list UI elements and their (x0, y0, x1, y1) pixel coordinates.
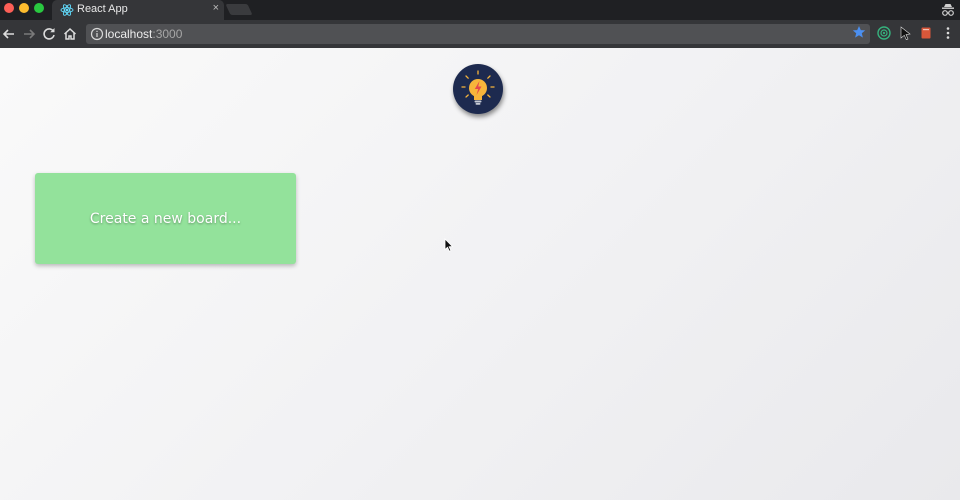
react-icon (60, 4, 74, 16)
window-maximize-button[interactable] (34, 3, 44, 13)
tab-title: React App (77, 3, 128, 15)
back-arrow-icon[interactable] (0, 25, 18, 43)
extension-target-icon[interactable] (877, 26, 891, 40)
browser-tab-strip: React App × (0, 0, 960, 20)
window-minimize-button[interactable] (19, 3, 29, 13)
window-close-button[interactable] (4, 3, 14, 13)
incognito-icon (942, 4, 954, 16)
create-board-button[interactable]: Create a new board... (35, 173, 296, 264)
forward-arrow-icon[interactable] (20, 25, 38, 43)
extension-cursor-icon[interactable] (898, 26, 912, 40)
home-icon[interactable] (61, 25, 79, 43)
address-bar[interactable]: localhost:3000 (86, 24, 870, 44)
url-text: localhost:3000 (105, 27, 182, 41)
bookmark-star-icon[interactable] (852, 25, 866, 39)
mouse-cursor-icon (444, 238, 454, 252)
lightbulb-icon (461, 70, 495, 105)
url-port: :3000 (152, 27, 183, 41)
app-logo[interactable] (453, 64, 503, 114)
create-board-label: Create a new board... (89, 210, 242, 227)
menu-dots-icon[interactable] (941, 26, 955, 40)
reload-icon[interactable] (40, 25, 58, 43)
browser-tab[interactable]: React App × (52, 0, 224, 20)
new-tab-button[interactable] (225, 4, 253, 15)
info-icon[interactable] (90, 27, 104, 41)
url-host: localhost (105, 27, 153, 41)
extension-book-icon[interactable] (919, 26, 933, 40)
browser-toolbar: localhost:3000 (0, 20, 960, 48)
tab-close-icon[interactable]: × (213, 2, 219, 14)
page-content: Create a new board... (0, 48, 960, 500)
